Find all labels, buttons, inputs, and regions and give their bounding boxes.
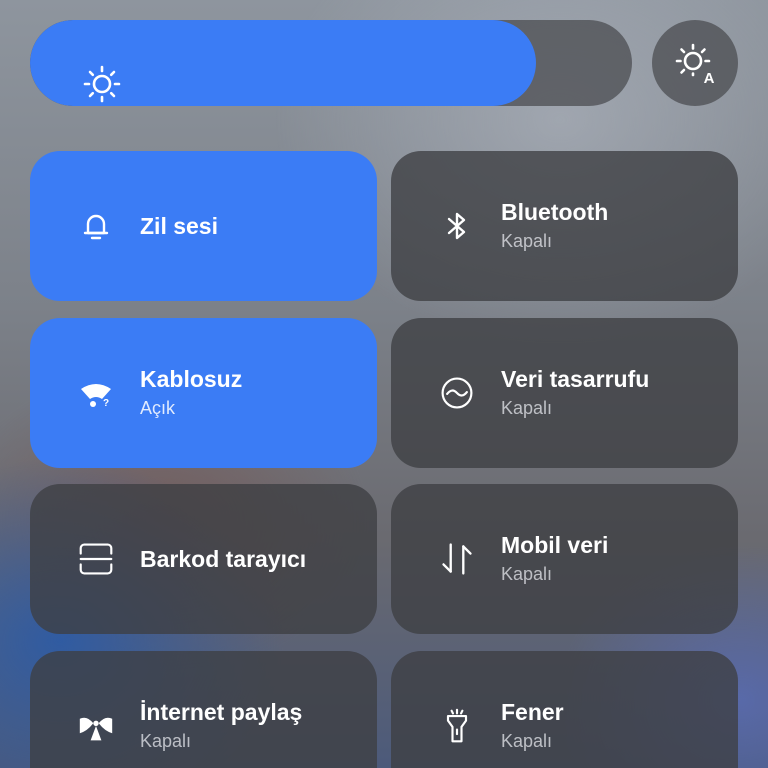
tile-label: İnternet paylaş: [140, 699, 303, 725]
mobile-data-icon: [439, 541, 475, 577]
tile-wifi[interactable]: ? Kablosuz Açık: [30, 318, 377, 468]
bluetooth-icon: [439, 208, 475, 244]
tile-status: Kapalı: [501, 731, 553, 751]
brightness-slider[interactable]: [30, 20, 632, 106]
tile-status: Kapalı: [501, 564, 553, 584]
data-saver-icon: [439, 375, 475, 411]
wifi-icon: ?: [78, 375, 114, 411]
tile-label: Veri tasarrufu: [501, 366, 650, 392]
flashlight-icon: [439, 708, 475, 744]
tile-status: Kapalı: [140, 731, 192, 751]
tile-label: Barkod tarayıcı: [140, 546, 307, 572]
tile-flashlight[interactable]: Fener Kapalı: [391, 651, 738, 768]
sun-icon: [82, 64, 122, 104]
hotspot-icon: [78, 708, 114, 744]
bell-icon: [78, 208, 114, 244]
tile-mobile-data[interactable]: Mobil veri Kapalı: [391, 484, 738, 634]
tile-bluetooth[interactable]: Bluetooth Kapalı: [391, 151, 738, 301]
tile-label: Fener: [501, 699, 564, 725]
tile-label: Zil sesi: [140, 213, 218, 239]
tile-ringtone[interactable]: Zil sesi: [30, 151, 377, 301]
tile-hotspot[interactable]: İnternet paylaş Kapalı: [30, 651, 377, 768]
tile-label: Kablosuz: [140, 366, 243, 392]
auto-brightness-badge: A: [704, 70, 715, 86]
auto-brightness-icon: A: [675, 43, 715, 86]
tile-barcode-scanner[interactable]: Barkod tarayıcı: [30, 484, 377, 634]
tile-status: Kapalı: [501, 398, 553, 418]
auto-brightness-button[interactable]: A: [652, 20, 738, 106]
tile-status: Kapalı: [501, 231, 553, 251]
tile-data-saver[interactable]: Veri tasarrufu Kapalı: [391, 318, 738, 468]
tile-label: Mobil veri: [501, 532, 609, 558]
svg-text:?: ?: [103, 398, 109, 409]
tile-label: Bluetooth: [501, 199, 609, 225]
tile-status: Açık: [140, 398, 176, 418]
scanner-icon: [78, 541, 114, 577]
quick-settings-panel: A Zil sesi Bluetooth Kapalı ? Kablosuz A…: [0, 0, 768, 768]
